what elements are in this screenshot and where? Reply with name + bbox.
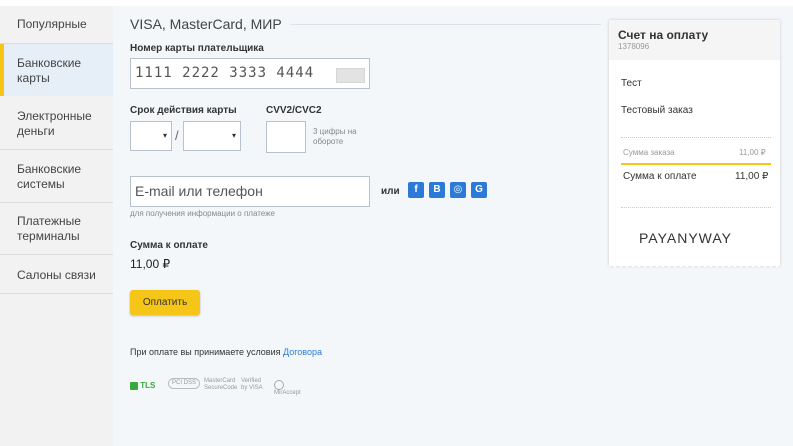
accent-divider <box>621 163 771 165</box>
order-sum-label: Сумма заказа <box>623 148 675 157</box>
card-number-field[interactable]: 1111 2222 3333 4444 <box>130 58 370 89</box>
terms-label: При оплате вы принимаете условия <box>130 347 281 357</box>
terms-text: При оплате вы принимаете условия Договор… <box>130 347 322 357</box>
divider <box>0 202 113 203</box>
divider <box>0 254 113 255</box>
card-icon <box>336 68 365 83</box>
zigzag-edge <box>609 262 780 268</box>
terms-link[interactable]: Договора <box>283 347 322 357</box>
verified-by-visa-badge: Verified by VISA <box>241 378 263 391</box>
invoice-id: 1378096 <box>618 42 650 51</box>
divider <box>0 293 113 294</box>
google-icon[interactable]: G <box>471 182 487 198</box>
card-number-value: 1111 2222 3333 4444 <box>135 65 315 81</box>
sidebar-item-terminals[interactable]: Платежные терминалы <box>0 214 113 244</box>
email-field[interactable]: E-mail или телефон <box>130 176 370 207</box>
expiry-year-select[interactable]: ▾ <box>183 121 241 151</box>
sidebar-item-label: Банковские системы <box>17 162 82 191</box>
cvv-label: CVV2/CVC2 <box>266 105 322 116</box>
expiry-separator: / <box>175 128 179 143</box>
facebook-icon[interactable]: f <box>408 182 424 198</box>
email-hint: для получения информации о платеже <box>130 209 275 218</box>
or-label: или <box>381 186 400 197</box>
sidebar-item-label: Банковские карты <box>17 56 82 85</box>
divider <box>621 207 771 209</box>
methods-title: VISA, MasterCard, МИР <box>130 16 282 32</box>
email-placeholder: E-mail или телефон <box>135 183 263 199</box>
invoice-card: Счет на оплату 1378096 Тест Тестовый зак… <box>609 20 780 268</box>
sidebar-item-label: Салоны связи <box>17 268 96 282</box>
chevron-down-icon: ▾ <box>162 131 167 140</box>
card-number-label: Номер карты плательщика <box>130 43 264 54</box>
cvv-field[interactable] <box>266 121 306 153</box>
total-label: Сумма к оплате <box>623 171 697 182</box>
mastercard-securecode-badge: MasterCard SecureCode <box>204 378 238 391</box>
divider <box>291 24 601 25</box>
sidebar-item-e-money[interactable]: Электронные деньги <box>0 109 100 139</box>
payment-methods-sidebar: Популярные Банковские карты Электронные … <box>0 6 113 446</box>
expiry-month-select[interactable]: ▾ <box>130 121 172 151</box>
shop-name: Тест <box>621 78 642 89</box>
sidebar-item-bank-systems[interactable]: Банковские системы <box>0 162 113 192</box>
payanyway-logo: PAYANYWAY <box>639 230 733 246</box>
divider <box>0 149 113 150</box>
sidebar-item-label: Электронные деньги <box>17 109 92 138</box>
cvv-hint: 3 цифры на обороте <box>313 127 357 146</box>
pcidss-badge: PCI DSS <box>168 378 200 389</box>
lock-icon <box>130 381 138 390</box>
order-sum-value: 11,00 ₽ <box>739 148 766 157</box>
amount-value: 11,00 ₽ <box>130 257 171 271</box>
sidebar-item-label: Платежные терминалы <box>17 214 81 243</box>
odnoklassniki-icon[interactable]: ◎ <box>450 182 466 198</box>
mir-accept-label: MirAccept <box>274 390 301 396</box>
invoice-title: Счет на оплату <box>618 28 709 42</box>
tls-label: TLS <box>140 381 156 390</box>
total-value: 11,00 ₽ <box>735 171 769 182</box>
sidebar-item-bank-cards[interactable]: Банковские карты <box>0 44 113 96</box>
divider <box>621 137 771 139</box>
order-description: Тестовый заказ <box>621 105 693 116</box>
tls-badge: TLS <box>130 380 155 392</box>
mir-accept-badge: MirAccept <box>274 380 306 397</box>
chevron-down-icon: ▾ <box>231 131 236 140</box>
vk-icon[interactable]: B <box>429 182 445 198</box>
expiry-label: Срок действия карты <box>130 105 237 116</box>
sidebar-item-label: Популярные <box>17 17 87 31</box>
pay-button[interactable]: Оплатить <box>130 290 200 315</box>
sidebar-item-popular[interactable]: Популярные <box>0 17 113 32</box>
sidebar-item-retail[interactable]: Салоны связи <box>0 268 113 283</box>
mir-accept-icon <box>274 380 284 390</box>
amount-label: Сумма к оплате <box>130 240 208 251</box>
